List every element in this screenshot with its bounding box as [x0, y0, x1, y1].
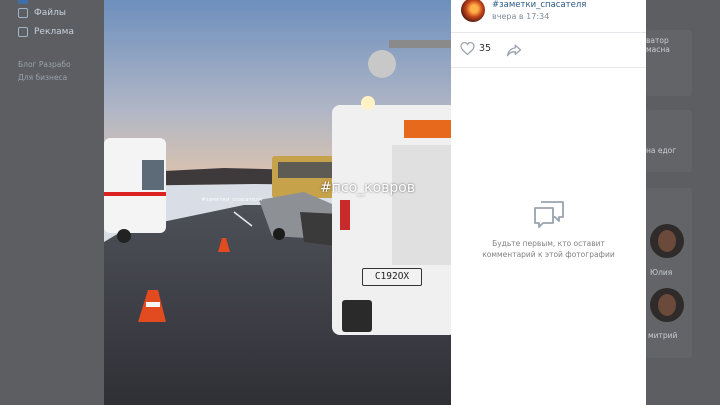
bg-footer-line: Для бизнеса	[18, 73, 68, 82]
bg-nav-item-ads[interactable]: Реклама	[18, 27, 74, 37]
comments-placeholder-line: Будьте первым, кто оставит	[492, 239, 605, 248]
bg-footer-links: Блог Разрабо Для бизнеса	[18, 58, 71, 84]
heart-icon	[460, 42, 475, 55]
ambulance	[104, 138, 166, 243]
bg-nav-item-top	[18, 0, 28, 4]
bg-nav-label: Файлы	[34, 8, 66, 18]
like-count: 35	[479, 43, 492, 54]
photo-hashtag-overlay: #псо_ковров	[320, 180, 416, 196]
photo-sidebar: #заметки_спасателя вчера в 17:34 35 Будь…	[451, 0, 646, 405]
square-icon	[18, 0, 28, 4]
actions-row: 35	[451, 33, 646, 68]
bg-footer-line: Блог Разрабо	[18, 60, 71, 69]
share-button[interactable]	[506, 42, 522, 61]
license-plate: С192ОХ	[362, 268, 422, 286]
like-button[interactable]: 35	[460, 42, 491, 55]
photo-viewer: #заметки_спасателя #псо_ковров С192ОХ #з…	[104, 0, 646, 405]
bg-nav-label: Реклама	[34, 27, 74, 37]
photo[interactable]: #заметки_спасателя #псо_ковров С192ОХ	[104, 0, 451, 405]
megaphone-icon	[18, 27, 28, 37]
background-right-column: ватор масна на едог Юлия митрий	[646, 0, 720, 405]
bg-nav-item-files[interactable]: Файлы	[18, 8, 66, 18]
comments-placeholder-line: комментарий к этой фотографии	[482, 250, 615, 259]
author-link[interactable]: #заметки_спасателя	[492, 0, 586, 10]
bg-snippet: ватор масна	[646, 36, 670, 54]
comments-icon	[533, 201, 564, 228]
bg-avatar	[650, 288, 684, 322]
bg-avatar	[650, 224, 684, 258]
post-time[interactable]: вчера в 17:34	[492, 12, 549, 21]
comments-empty-state: Будьте первым, кто оставит комментарий к…	[451, 200, 646, 260]
bg-snippet: на едог	[646, 146, 677, 155]
clip-icon	[18, 8, 28, 18]
bg-card: ватор масна	[646, 30, 692, 96]
avatar[interactable]	[461, 0, 485, 22]
photo-scene	[104, 0, 451, 405]
share-icon	[506, 44, 522, 57]
bg-card: Юлия митрий	[646, 188, 692, 358]
photo-small-tag: #заметки_спасателя	[201, 197, 263, 203]
bg-snippet: митрий	[648, 331, 678, 340]
bg-card: на едог	[646, 110, 692, 172]
author-row: #заметки_спасателя вчера в 17:34	[451, 0, 646, 33]
background-left-menu: Файлы Реклама Блог Разрабо Для бизнеса	[0, 0, 104, 405]
comments-placeholder-text: Будьте первым, кто оставит комментарий к…	[451, 238, 646, 260]
bg-snippet: Юлия	[650, 268, 673, 277]
